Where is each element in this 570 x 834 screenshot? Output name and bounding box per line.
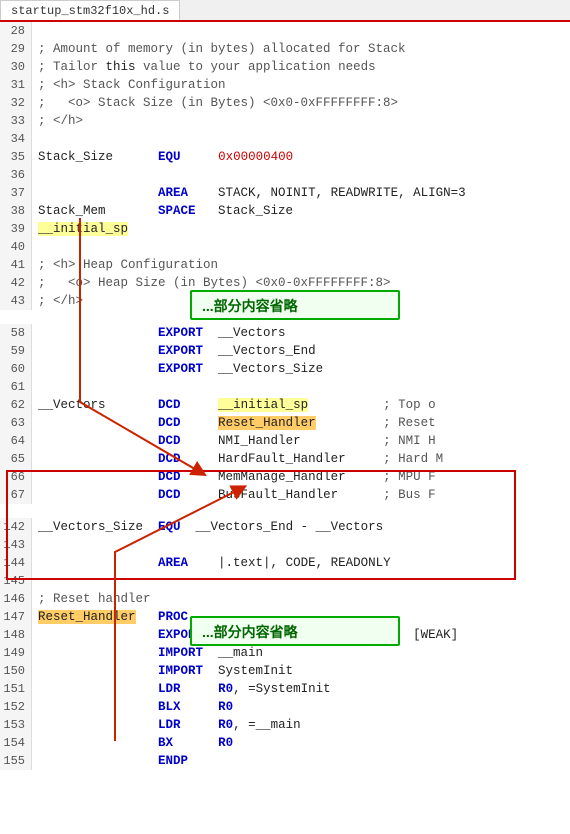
line-66: 66 DCD MemManage_Handler ; MPU F [0, 468, 570, 486]
line-149: 149 IMPORT __main [0, 644, 570, 662]
line-150: 150 IMPORT SystemInit [0, 662, 570, 680]
tab-label: startup_stm32f10x_hd.s [11, 4, 169, 18]
line-152: 152 BLX R0 [0, 698, 570, 716]
line-30: 30 ; Tailor this value to your applicati… [0, 58, 570, 76]
line-145: 145 [0, 572, 570, 590]
line-155: 155 ENDP [0, 752, 570, 770]
line-32: 32 ; <o> Stack Size (in Bytes) <0x0-0xFF… [0, 94, 570, 112]
line-146: 146 ; Reset handler [0, 590, 570, 608]
line-29: 29 ; Amount of memory (in bytes) allocat… [0, 40, 570, 58]
line-144: 144 AREA |.text|, CODE, READONLY [0, 554, 570, 572]
code-area: 28 29 ; Amount of memory (in bytes) allo… [0, 22, 570, 834]
line-154: 154 BX R0 [0, 734, 570, 752]
line-142: 142 __Vectors_Size EQU __Vectors_End - _… [0, 518, 570, 536]
line-37: 37 AREA STACK, NOINIT, READWRITE, ALIGN=… [0, 184, 570, 202]
line-61: 61 [0, 378, 570, 396]
tab-bar: startup_stm32f10x_hd.s [0, 0, 570, 22]
line-64: 64 DCD NMI_Handler ; NMI H [0, 432, 570, 450]
line-39: 39 __initial_sp [0, 220, 570, 238]
line-58: 58 EXPORT __Vectors [0, 324, 570, 342]
line-40: 40 [0, 238, 570, 256]
line-35: 35 Stack_Size EQU 0x00000400 [0, 148, 570, 166]
line-36: 36 [0, 166, 570, 184]
line-153: 153 LDR R0, =__main [0, 716, 570, 734]
line-65: 65 DCD HardFault_Handler ; Hard M [0, 450, 570, 468]
line-148: 148 EXPORT Reset_Handler [WEAK] [0, 626, 570, 644]
line-151: 151 LDR R0, =SystemInit [0, 680, 570, 698]
line-62: 62 __Vectors DCD __initial_sp ; Top o [0, 396, 570, 414]
line-147: 147 Reset_Handler PROC [0, 608, 570, 626]
line-34: 34 [0, 130, 570, 148]
line-63: 63 DCD Reset_Handler ; Reset [0, 414, 570, 432]
file-tab[interactable]: startup_stm32f10x_hd.s [0, 0, 180, 20]
line-28: 28 [0, 22, 570, 40]
line-31: 31 ; <h> Stack Configuration [0, 76, 570, 94]
line-60: 60 EXPORT __Vectors_Size [0, 360, 570, 378]
line-33: 33 ; </h> [0, 112, 570, 130]
line-43: 43 ; </h> [0, 292, 570, 310]
line-42: 42 ; <o> Heap Size (in Bytes) <0x0-0xFFF… [0, 274, 570, 292]
line-143: 143 [0, 536, 570, 554]
line-67: 67 DCD BusFault_Handler ; Bus F [0, 486, 570, 504]
line-59: 59 EXPORT __Vectors_End [0, 342, 570, 360]
line-38: 38 Stack_Mem SPACE Stack_Size [0, 202, 570, 220]
line-41: 41 ; <h> Heap Configuration [0, 256, 570, 274]
